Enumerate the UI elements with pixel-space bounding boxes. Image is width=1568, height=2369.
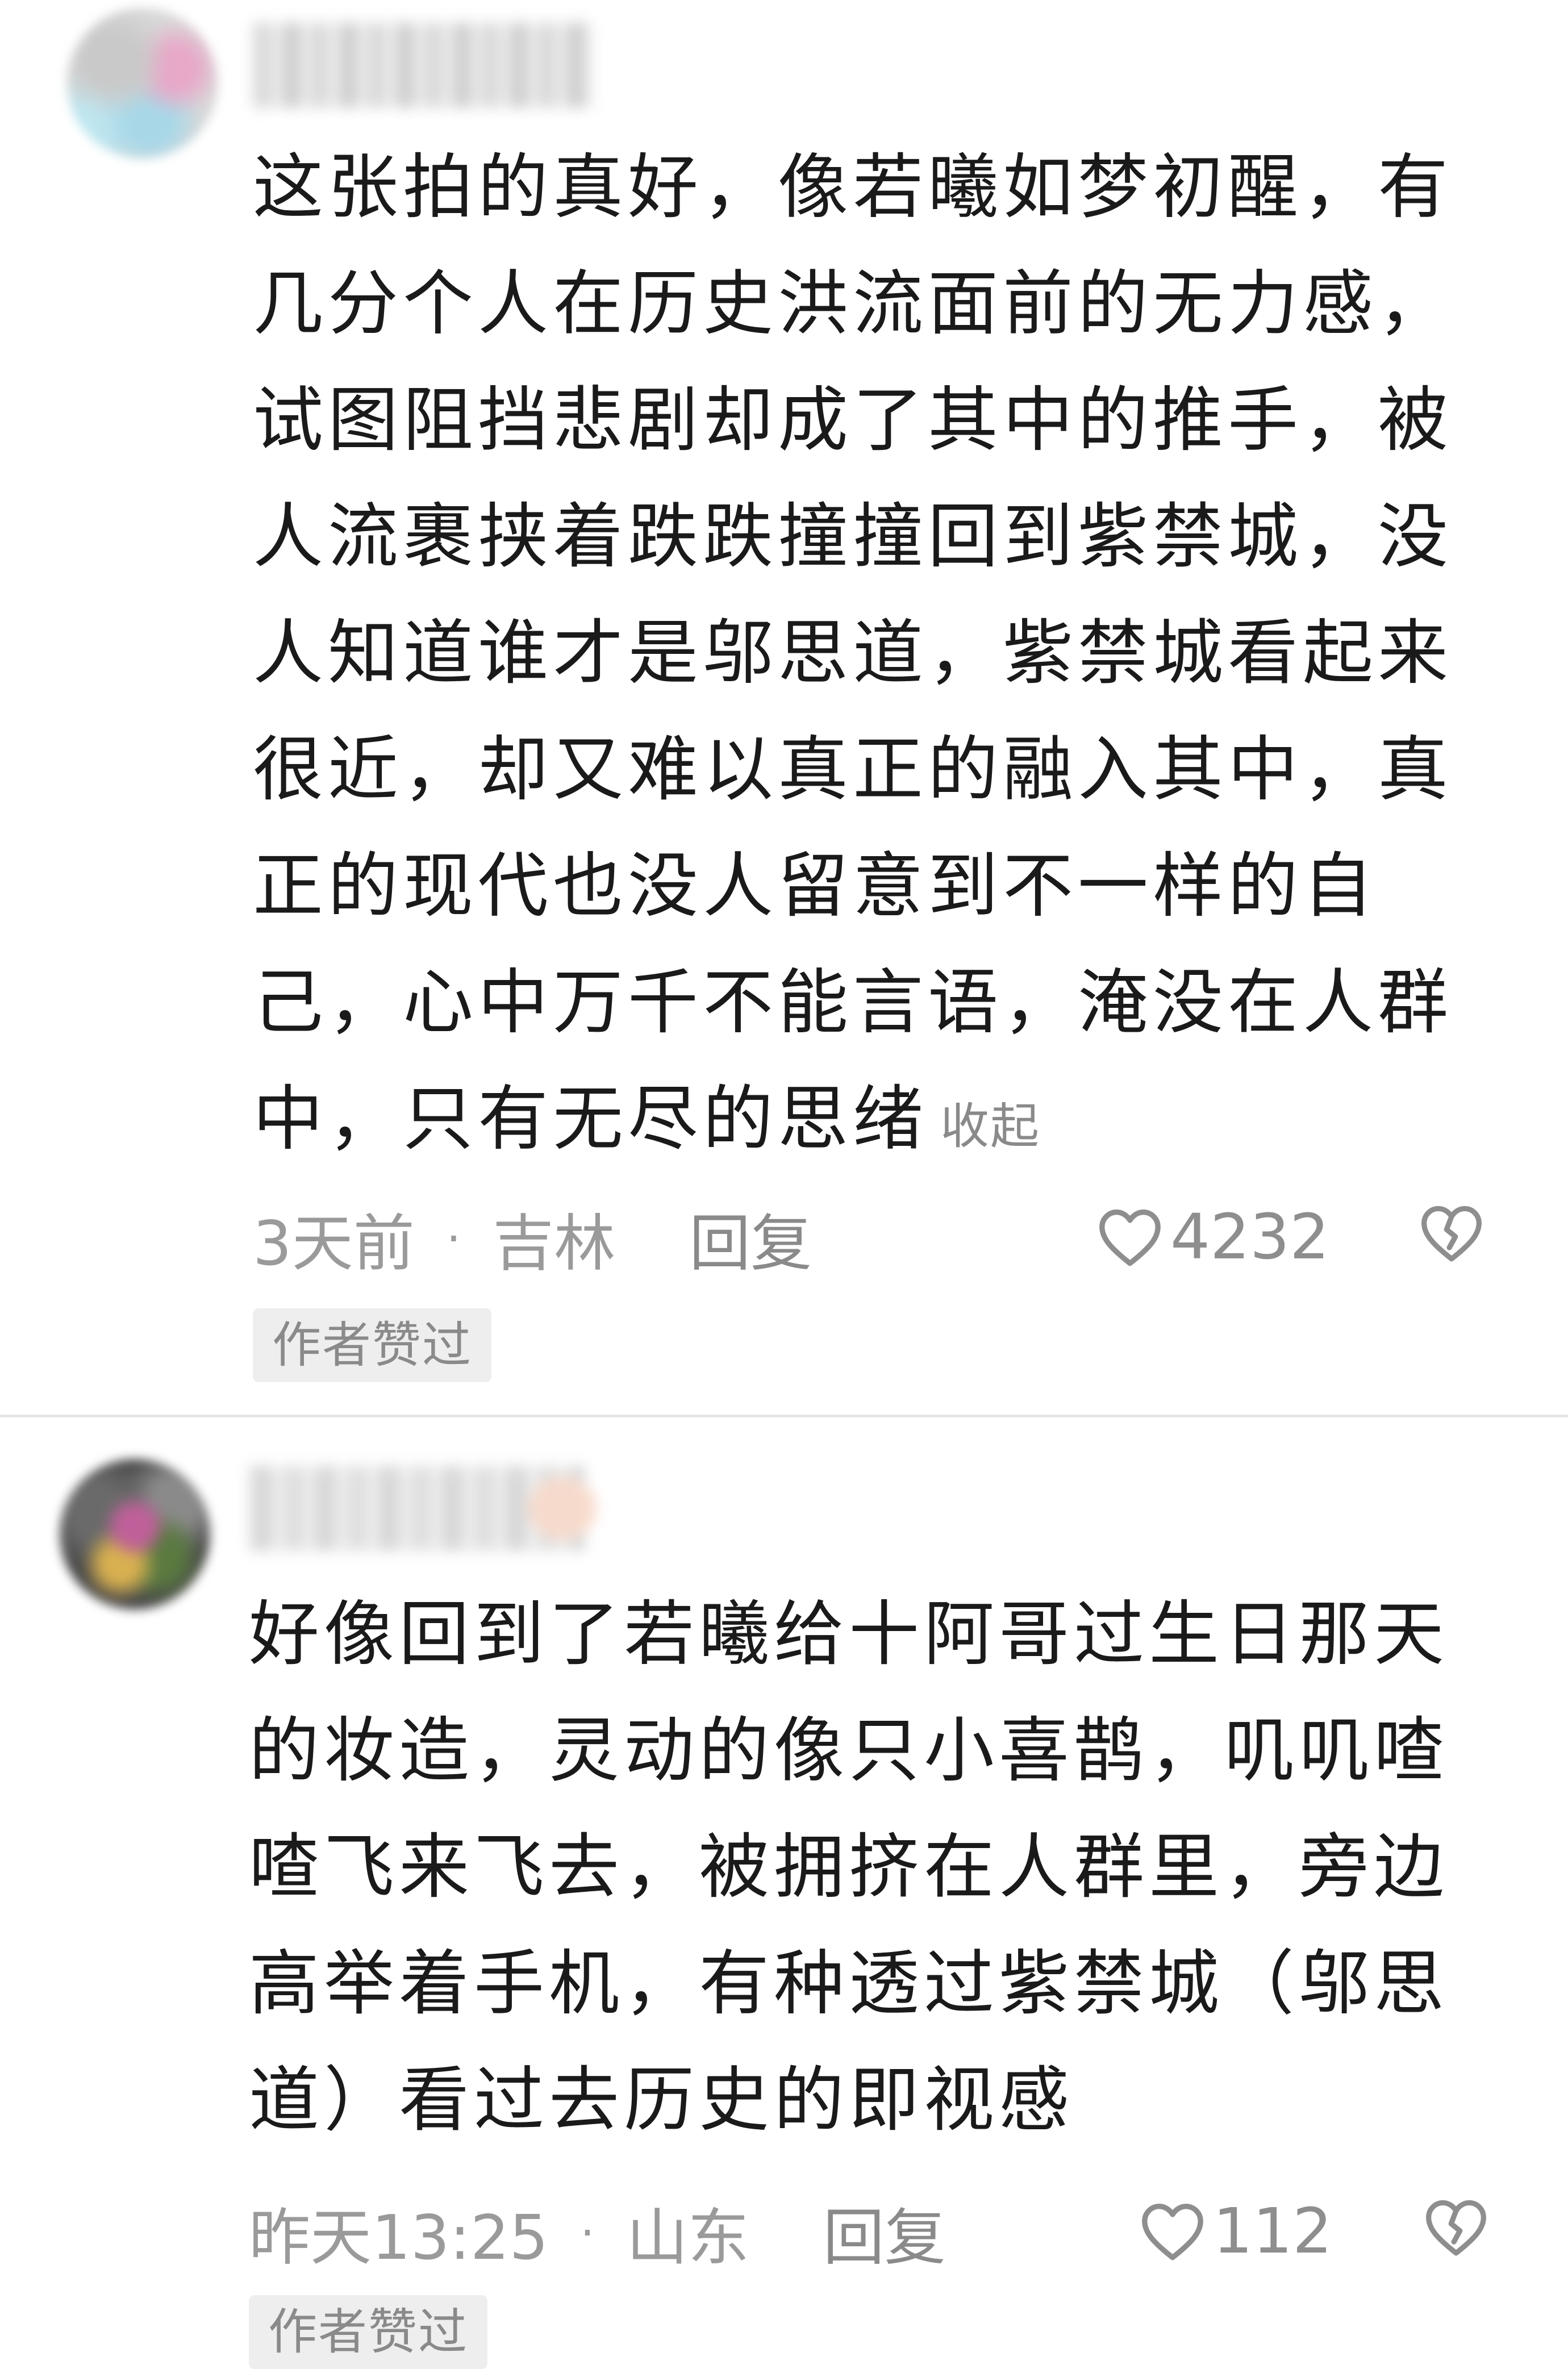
reply-button[interactable]: 回复 <box>689 1194 812 1283</box>
like-count: 112 <box>1213 2195 1332 2267</box>
author-liked-badge: 作者赞过 <box>249 2295 487 2369</box>
like-count: 4232 <box>1170 1200 1329 1273</box>
reply-button[interactable]: 回复 <box>823 2188 946 2277</box>
broken-heart-icon[interactable] <box>1419 1202 1484 1264</box>
comment-meta: 3天前 · 吉林 回复 <box>253 1202 812 1279</box>
comment-time: 昨天13:25 <box>249 2203 549 2274</box>
comment-location: 吉林 <box>493 1208 616 1279</box>
like-button[interactable]: 4232 <box>1096 1200 1329 1274</box>
comment-text: 这张拍的真好，像若曦如梦初醒，有几分个人在历史洪流面前的无力感，试图阻挡悲剧却成… <box>253 130 1474 1185</box>
avatar[interactable] <box>60 1459 210 1609</box>
author-liked-badge: 作者赞过 <box>253 1308 491 1382</box>
comment-divider <box>0 1415 1568 1417</box>
like-button[interactable]: 112 <box>1139 2194 1332 2268</box>
comment-time: 3天前 <box>253 1208 415 1279</box>
collapse-link[interactable]: 收起 <box>940 1098 1040 1155</box>
username-blurred[interactable] <box>250 1466 597 1551</box>
comment-location: 山东 <box>626 2203 749 2274</box>
comment-body: 好像回到了若曦给十阿哥过生日那天的妆造，灵动的像只小喜鹊，叽叽喳喳飞来飞去，被拥… <box>249 1594 1449 2141</box>
meta-separator: · <box>580 2206 595 2259</box>
meta-separator: · <box>446 1212 461 1265</box>
comment-meta: 昨天13:25 · 山东 回复 <box>249 2196 946 2274</box>
comment-text: 好像回到了若曦给十阿哥过生日那天的妆造，灵动的像只小喜鹊，叽叽喳喳飞来飞去，被拥… <box>249 1576 1470 2159</box>
username-blurred[interactable] <box>253 23 594 108</box>
heart-outline-icon <box>1099 1209 1161 1266</box>
heart-outline-icon <box>1142 2204 1203 2260</box>
comment-body: 这张拍的真好，像若曦如梦初醒，有几分个人在历史洪流面前的无力感，试图阻挡悲剧却成… <box>253 147 1453 1160</box>
broken-heart-icon[interactable] <box>1423 2196 1489 2258</box>
avatar[interactable] <box>67 8 218 159</box>
